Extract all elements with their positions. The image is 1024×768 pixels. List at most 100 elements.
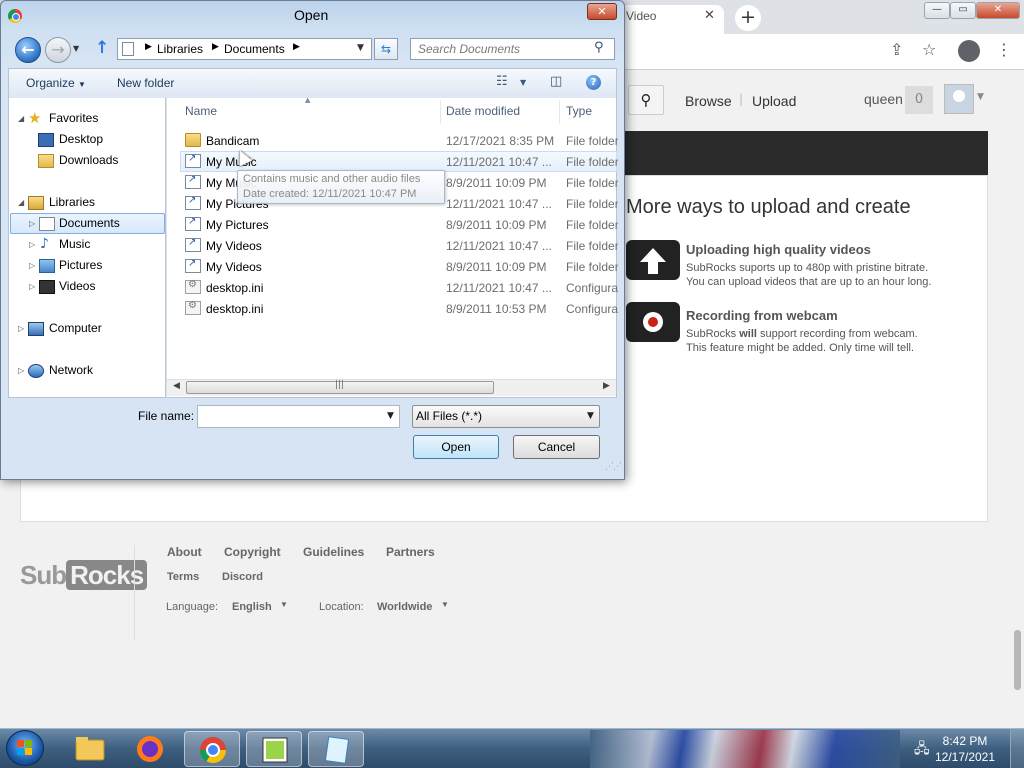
maximize-button[interactable]: ▭ [950,2,976,19]
feature-title: Uploading high quality videos [686,242,871,257]
chevron-down-icon[interactable]: ▼ [587,411,594,421]
arrow-left-icon: ← [21,40,35,59]
footer-divider [134,545,135,640]
file-type: File folder [566,197,618,211]
tree-item-network[interactable]: Network [49,360,93,380]
videos-icon [39,280,55,294]
new-folder-button[interactable]: New folder [117,76,174,90]
tree-item-computer[interactable]: Computer [49,318,102,338]
menu-icon[interactable]: ⋮ [996,40,1012,59]
user-avatar[interactable] [944,84,974,114]
expand-arrow-icon[interactable]: ▷ [29,261,35,270]
footer-link-terms[interactable]: Terms [167,571,199,583]
footer-link-partners[interactable]: Partners [386,545,435,559]
preview-pane-icon[interactable]: ◫ [550,74,562,89]
file-name-input[interactable] [197,405,400,428]
column-header-type[interactable]: Type [566,104,592,118]
address-dropdown-icon[interactable]: ▼ [357,43,364,53]
taskbar-notepad[interactable] [308,731,364,767]
back-button[interactable]: ← [15,37,41,63]
minimize-button[interactable]: — [924,2,950,19]
expand-arrow-icon[interactable]: ▷ [29,240,35,249]
breadcrumb-libraries[interactable]: Libraries [157,42,203,56]
new-tab-button[interactable]: + [735,5,761,31]
expand-arrow-icon[interactable]: ▷ [18,324,24,333]
file-date: 8/9/2011 10:53 PM [446,302,547,316]
chevron-down-icon[interactable]: ▼ [387,411,394,421]
column-divider[interactable] [440,100,441,124]
taskbar-bandicam[interactable] [246,731,302,767]
expand-arrow-icon[interactable]: ▷ [29,282,35,291]
feature-title: Recording from webcam [686,308,838,323]
expand-arrow-icon[interactable]: ▷ [29,219,35,228]
subrocks-logo[interactable]: Sub Rocks [20,560,148,591]
profile-icon[interactable] [958,40,980,62]
chevron-down-icon[interactable]: ▼ [280,600,288,609]
taskbar-firefox[interactable] [122,731,178,767]
tree-item-libraries[interactable]: Libraries [49,192,95,212]
resize-grip-icon[interactable]: ⋰⋰ [605,462,622,472]
cancel-button[interactable]: Cancel [513,435,600,459]
tree-item-favorites[interactable]: Favorites [49,108,98,128]
tree-item-music[interactable]: Music [59,234,90,254]
nav-upload[interactable]: Upload [752,93,796,109]
chevron-down-icon[interactable]: ▼ [520,78,526,87]
up-folder-icon[interactable]: ↑ [95,38,109,58]
chevron-down-icon[interactable]: ▼ [977,92,984,102]
tree-item-videos[interactable]: Videos [59,276,95,296]
tree-item-downloads[interactable]: Downloads [59,150,118,170]
taskbar-chrome[interactable] [184,731,240,767]
network-tray-icon[interactable]: 🖧 [914,738,930,762]
expand-arrow-icon[interactable]: ▷ [18,366,24,375]
breadcrumb-chevron-icon[interactable]: ▶ [212,42,219,52]
file-date: 12/11/2021 10:47 ... [446,239,552,253]
tree-item-documents[interactable]: Documents [59,213,120,233]
tree-item-pictures[interactable]: Pictures [59,255,102,275]
taskbar-explorer[interactable] [62,731,118,767]
tab-close-icon[interactable]: ✕ [704,8,715,23]
dialog-close-button[interactable]: ✕ [587,3,617,20]
organize-label: Organize [26,76,75,90]
footer-link-about[interactable]: About [167,545,202,559]
collapse-arrow-icon[interactable]: ◢ [18,198,24,207]
share-icon[interactable]: ⇪ [890,40,903,59]
column-header-date[interactable]: Date modified [446,104,520,118]
language-selector[interactable]: English [232,601,272,613]
breadcrumb-chevron-icon[interactable]: ▶ [293,42,300,52]
chevron-down-icon[interactable]: ▼ [441,600,449,609]
page-scrollbar-thumb[interactable] [1014,630,1021,690]
column-divider[interactable] [559,100,560,124]
collapse-arrow-icon[interactable]: ◢ [18,114,24,123]
location-selector[interactable]: Worldwide [377,601,432,613]
file-name: desktop.ini [206,302,264,316]
recent-locations-dropdown[interactable]: ▼ [73,44,79,53]
language-label: Language: [166,601,218,613]
show-desktop-button[interactable] [1010,729,1024,768]
footer-link-copyright[interactable]: Copyright [224,545,281,559]
organize-menu[interactable]: Organize ▼ [26,76,86,90]
footer-link-discord[interactable]: Discord [222,571,263,583]
site-search-button[interactable]: ⚲ [628,85,664,115]
column-header-name[interactable]: Name [185,104,217,118]
footer-link-guidelines[interactable]: Guidelines [303,545,364,559]
breadcrumb-documents[interactable]: Documents [224,42,285,56]
scroll-left-icon[interactable]: ◀ [173,381,180,391]
tree-item-desktop[interactable]: Desktop [59,129,103,149]
breadcrumb-chevron-icon[interactable]: ▶ [145,42,152,52]
scroll-right-icon[interactable]: ▶ [603,381,610,391]
search-icon[interactable]: ⚲ [594,40,604,55]
username[interactable]: queen [864,91,903,107]
shortcut-folder-icon [185,237,201,252]
windows-logo-icon [17,740,33,756]
taskbar-clock[interactable]: 8:42 PM 12/17/2021 [930,733,1000,765]
desc-emphasis: will [739,328,757,340]
browser-close-button[interactable]: ✕ [976,2,1020,19]
refresh-button[interactable]: ⇆ [374,38,398,60]
star-icon[interactable]: ☆ [922,40,936,59]
nav-browse[interactable]: Browse [685,93,732,109]
forward-button[interactable]: → [45,37,71,63]
view-options-icon[interactable]: ☷ [496,74,508,89]
open-button[interactable]: Open [413,435,499,459]
help-icon[interactable]: ? [586,75,601,90]
inbox-count-badge[interactable]: 0 [905,86,933,114]
